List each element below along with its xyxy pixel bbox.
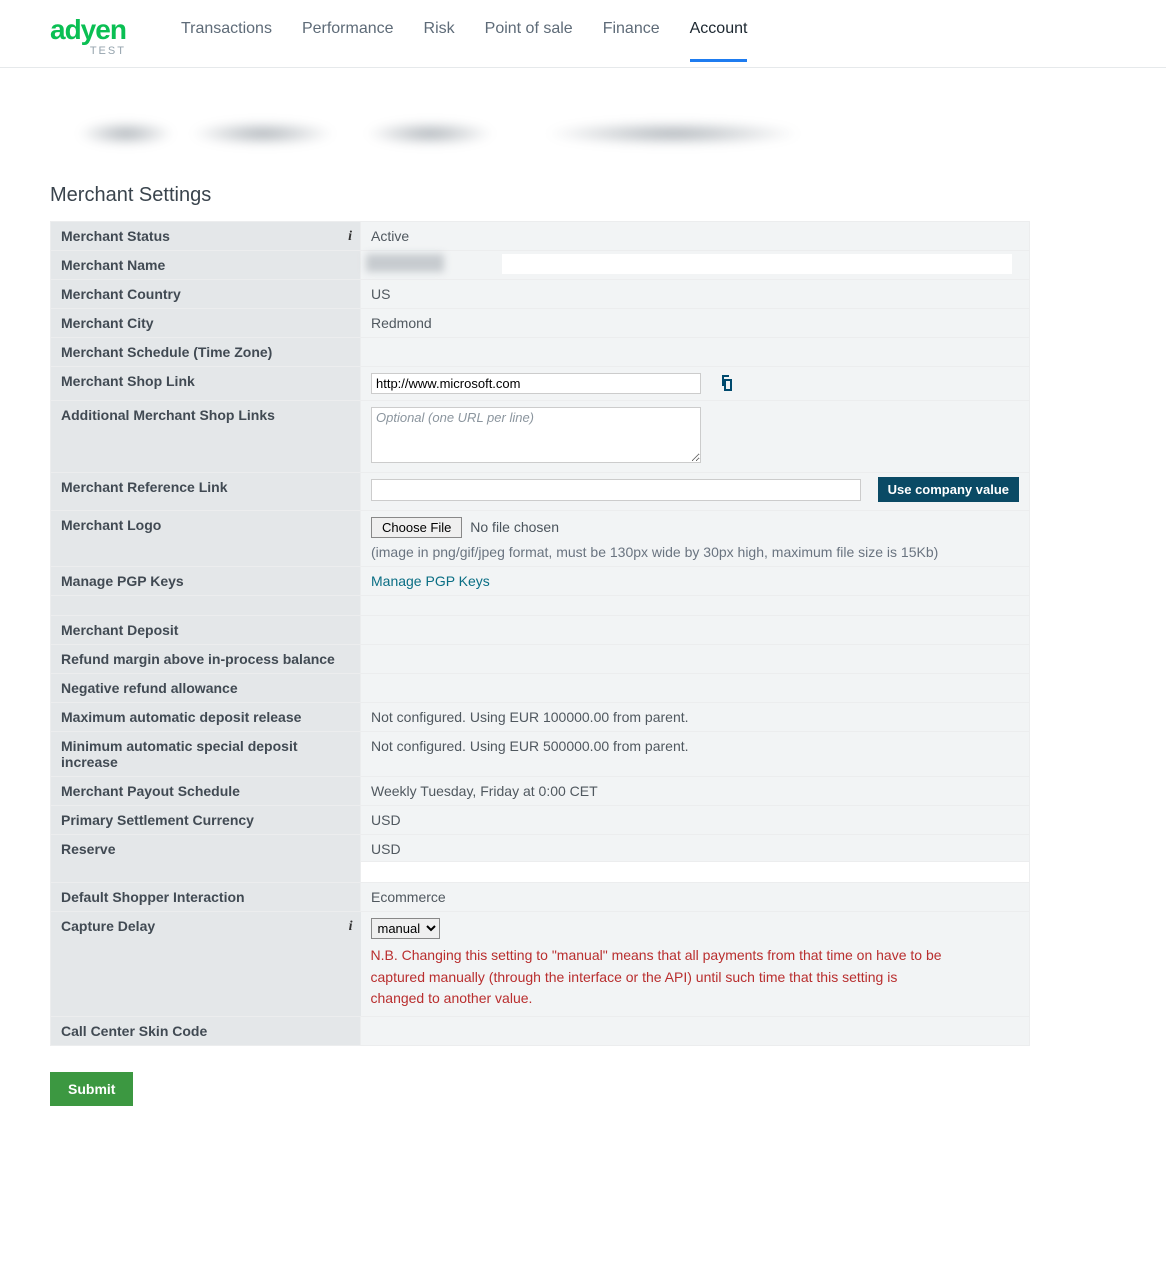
row-merchant-logo: Merchant Logo Choose File No file chosen…	[51, 511, 1030, 567]
label-merchant-shop-link: Merchant Shop Link	[51, 367, 361, 401]
label-merchant-schedule: Merchant Schedule (Time Zone)	[51, 338, 361, 367]
label-additional-shop-links: Additional Merchant Shop Links	[51, 401, 361, 473]
nav-finance[interactable]: Finance	[603, 20, 660, 62]
reserve-input-area[interactable]	[361, 861, 1029, 883]
row-additional-shop-links: Additional Merchant Shop Links	[51, 401, 1030, 473]
label-merchant-name: Merchant Name	[51, 251, 361, 280]
row-call-center-skin: Call Center Skin Code	[51, 1017, 1030, 1046]
label-refund-margin: Refund margin above in-process balance	[51, 645, 361, 674]
row-min-auto-deposit: Minimum automatic special deposit increa…	[51, 732, 1030, 777]
value-merchant-schedule	[361, 338, 1030, 367]
page-content: Merchant Settings Merchant Status i Acti…	[0, 68, 1080, 1131]
value-min-auto-deposit: Not configured. Using EUR 500000.00 from…	[361, 732, 1030, 777]
label-min-auto-deposit: Minimum automatic special deposit increa…	[51, 732, 361, 777]
info-icon[interactable]: i	[349, 919, 353, 935]
info-icon[interactable]: i	[348, 229, 352, 245]
copy-icon[interactable]	[719, 375, 733, 394]
nav-performance[interactable]: Performance	[302, 20, 394, 62]
row-negative-refund: Negative refund allowance	[51, 674, 1030, 703]
row-merchant-schedule: Merchant Schedule (Time Zone)	[51, 338, 1030, 367]
label-settlement-currency: Primary Settlement Currency	[51, 806, 361, 835]
row-merchant-deposit: Merchant Deposit	[51, 616, 1030, 645]
row-merchant-shop-link: Merchant Shop Link	[51, 367, 1030, 401]
label-merchant-city: Merchant City	[51, 309, 361, 338]
nav-risk[interactable]: Risk	[424, 20, 455, 62]
label-merchant-reference-link: Merchant Reference Link	[51, 473, 361, 511]
value-settlement-currency: USD	[361, 806, 1030, 835]
value-call-center-skin	[361, 1017, 1030, 1046]
row-max-auto-deposit: Maximum automatic deposit release Not co…	[51, 703, 1030, 732]
section-title: Merchant Settings	[50, 184, 1030, 207]
label-negative-refund: Negative refund allowance	[51, 674, 361, 703]
row-merchant-country: Merchant Country US	[51, 280, 1030, 309]
nav-transactions[interactable]: Transactions	[181, 20, 272, 62]
label-manage-pgp-keys: Manage PGP Keys	[51, 567, 361, 596]
value-reserve: USD	[371, 841, 401, 857]
brand-env: TEST	[50, 46, 126, 57]
submit-button[interactable]: Submit	[50, 1072, 133, 1106]
row-refund-margin: Refund margin above in-process balance	[51, 645, 1030, 674]
shop-link-input[interactable]	[371, 373, 701, 394]
page-title-redacted	[50, 111, 810, 156]
label-max-auto-deposit: Maximum automatic deposit release	[51, 703, 361, 732]
value-shopper-interaction: Ecommerce	[361, 883, 1030, 912]
row-merchant-status: Merchant Status i Active	[51, 222, 1030, 251]
label-merchant-logo: Merchant Logo	[51, 511, 361, 567]
label-reserve: Reserve	[51, 835, 361, 883]
value-merchant-country: US	[361, 280, 1030, 309]
value-merchant-status: Active	[361, 222, 1030, 251]
use-company-value-button[interactable]: Use company value	[878, 477, 1019, 502]
label-merchant-deposit: Merchant Deposit	[51, 616, 361, 645]
merchant-name-input[interactable]	[502, 254, 1012, 274]
value-merchant-name-redacted	[366, 254, 496, 272]
label-merchant-status: Merchant Status	[61, 228, 170, 244]
manage-pgp-keys-link[interactable]: Manage PGP Keys	[371, 573, 490, 589]
nav-account[interactable]: Account	[690, 20, 748, 62]
value-max-auto-deposit: Not configured. Using EUR 100000.00 from…	[361, 703, 1030, 732]
nav-point-of-sale[interactable]: Point of sale	[485, 20, 573, 62]
file-chosen-status: No file chosen	[470, 519, 559, 535]
value-payout-schedule: Weekly Tuesday, Friday at 0:00 CET	[361, 777, 1030, 806]
row-spacer	[51, 596, 1030, 616]
value-refund-margin	[361, 645, 1030, 674]
label-shopper-interaction: Default Shopper Interaction	[51, 883, 361, 912]
logo-hint: (image in png/gif/jpeg format, must be 1…	[371, 544, 1019, 560]
label-call-center-skin: Call Center Skin Code	[51, 1017, 361, 1046]
capture-delay-select[interactable]: manual	[371, 918, 440, 939]
reference-link-input[interactable]	[371, 479, 861, 501]
row-merchant-city: Merchant City Redmond	[51, 309, 1030, 338]
brand-name: adyen	[50, 14, 126, 45]
primary-nav: Transactions Performance Risk Point of s…	[181, 12, 748, 54]
label-merchant-country: Merchant Country	[51, 280, 361, 309]
label-payout-schedule: Merchant Payout Schedule	[51, 777, 361, 806]
brand-logo: adyen TEST	[50, 16, 126, 57]
row-settlement-currency: Primary Settlement Currency USD	[51, 806, 1030, 835]
top-navigation: adyen TEST Transactions Performance Risk…	[0, 0, 1166, 68]
merchant-settings-table: Merchant Status i Active Merchant Name M…	[50, 221, 1030, 1046]
row-reserve: Reserve USD	[51, 835, 1030, 883]
row-capture-delay: Capture Delay i manual N.B. Changing thi…	[51, 912, 1030, 1017]
choose-file-button[interactable]: Choose File	[371, 517, 462, 538]
label-capture-delay: Capture Delay	[61, 918, 155, 934]
row-merchant-reference-link: Merchant Reference Link Use company valu…	[51, 473, 1030, 511]
value-merchant-deposit	[361, 616, 1030, 645]
row-shopper-interaction: Default Shopper Interaction Ecommerce	[51, 883, 1030, 912]
value-negative-refund	[361, 674, 1030, 703]
row-merchant-name: Merchant Name	[51, 251, 1030, 280]
value-merchant-city: Redmond	[361, 309, 1030, 338]
capture-delay-warning: N.B. Changing this setting to "manual" m…	[371, 945, 951, 1010]
row-payout-schedule: Merchant Payout Schedule Weekly Tuesday,…	[51, 777, 1030, 806]
additional-shop-links-input[interactable]	[371, 407, 701, 463]
row-manage-pgp-keys: Manage PGP Keys Manage PGP Keys	[51, 567, 1030, 596]
